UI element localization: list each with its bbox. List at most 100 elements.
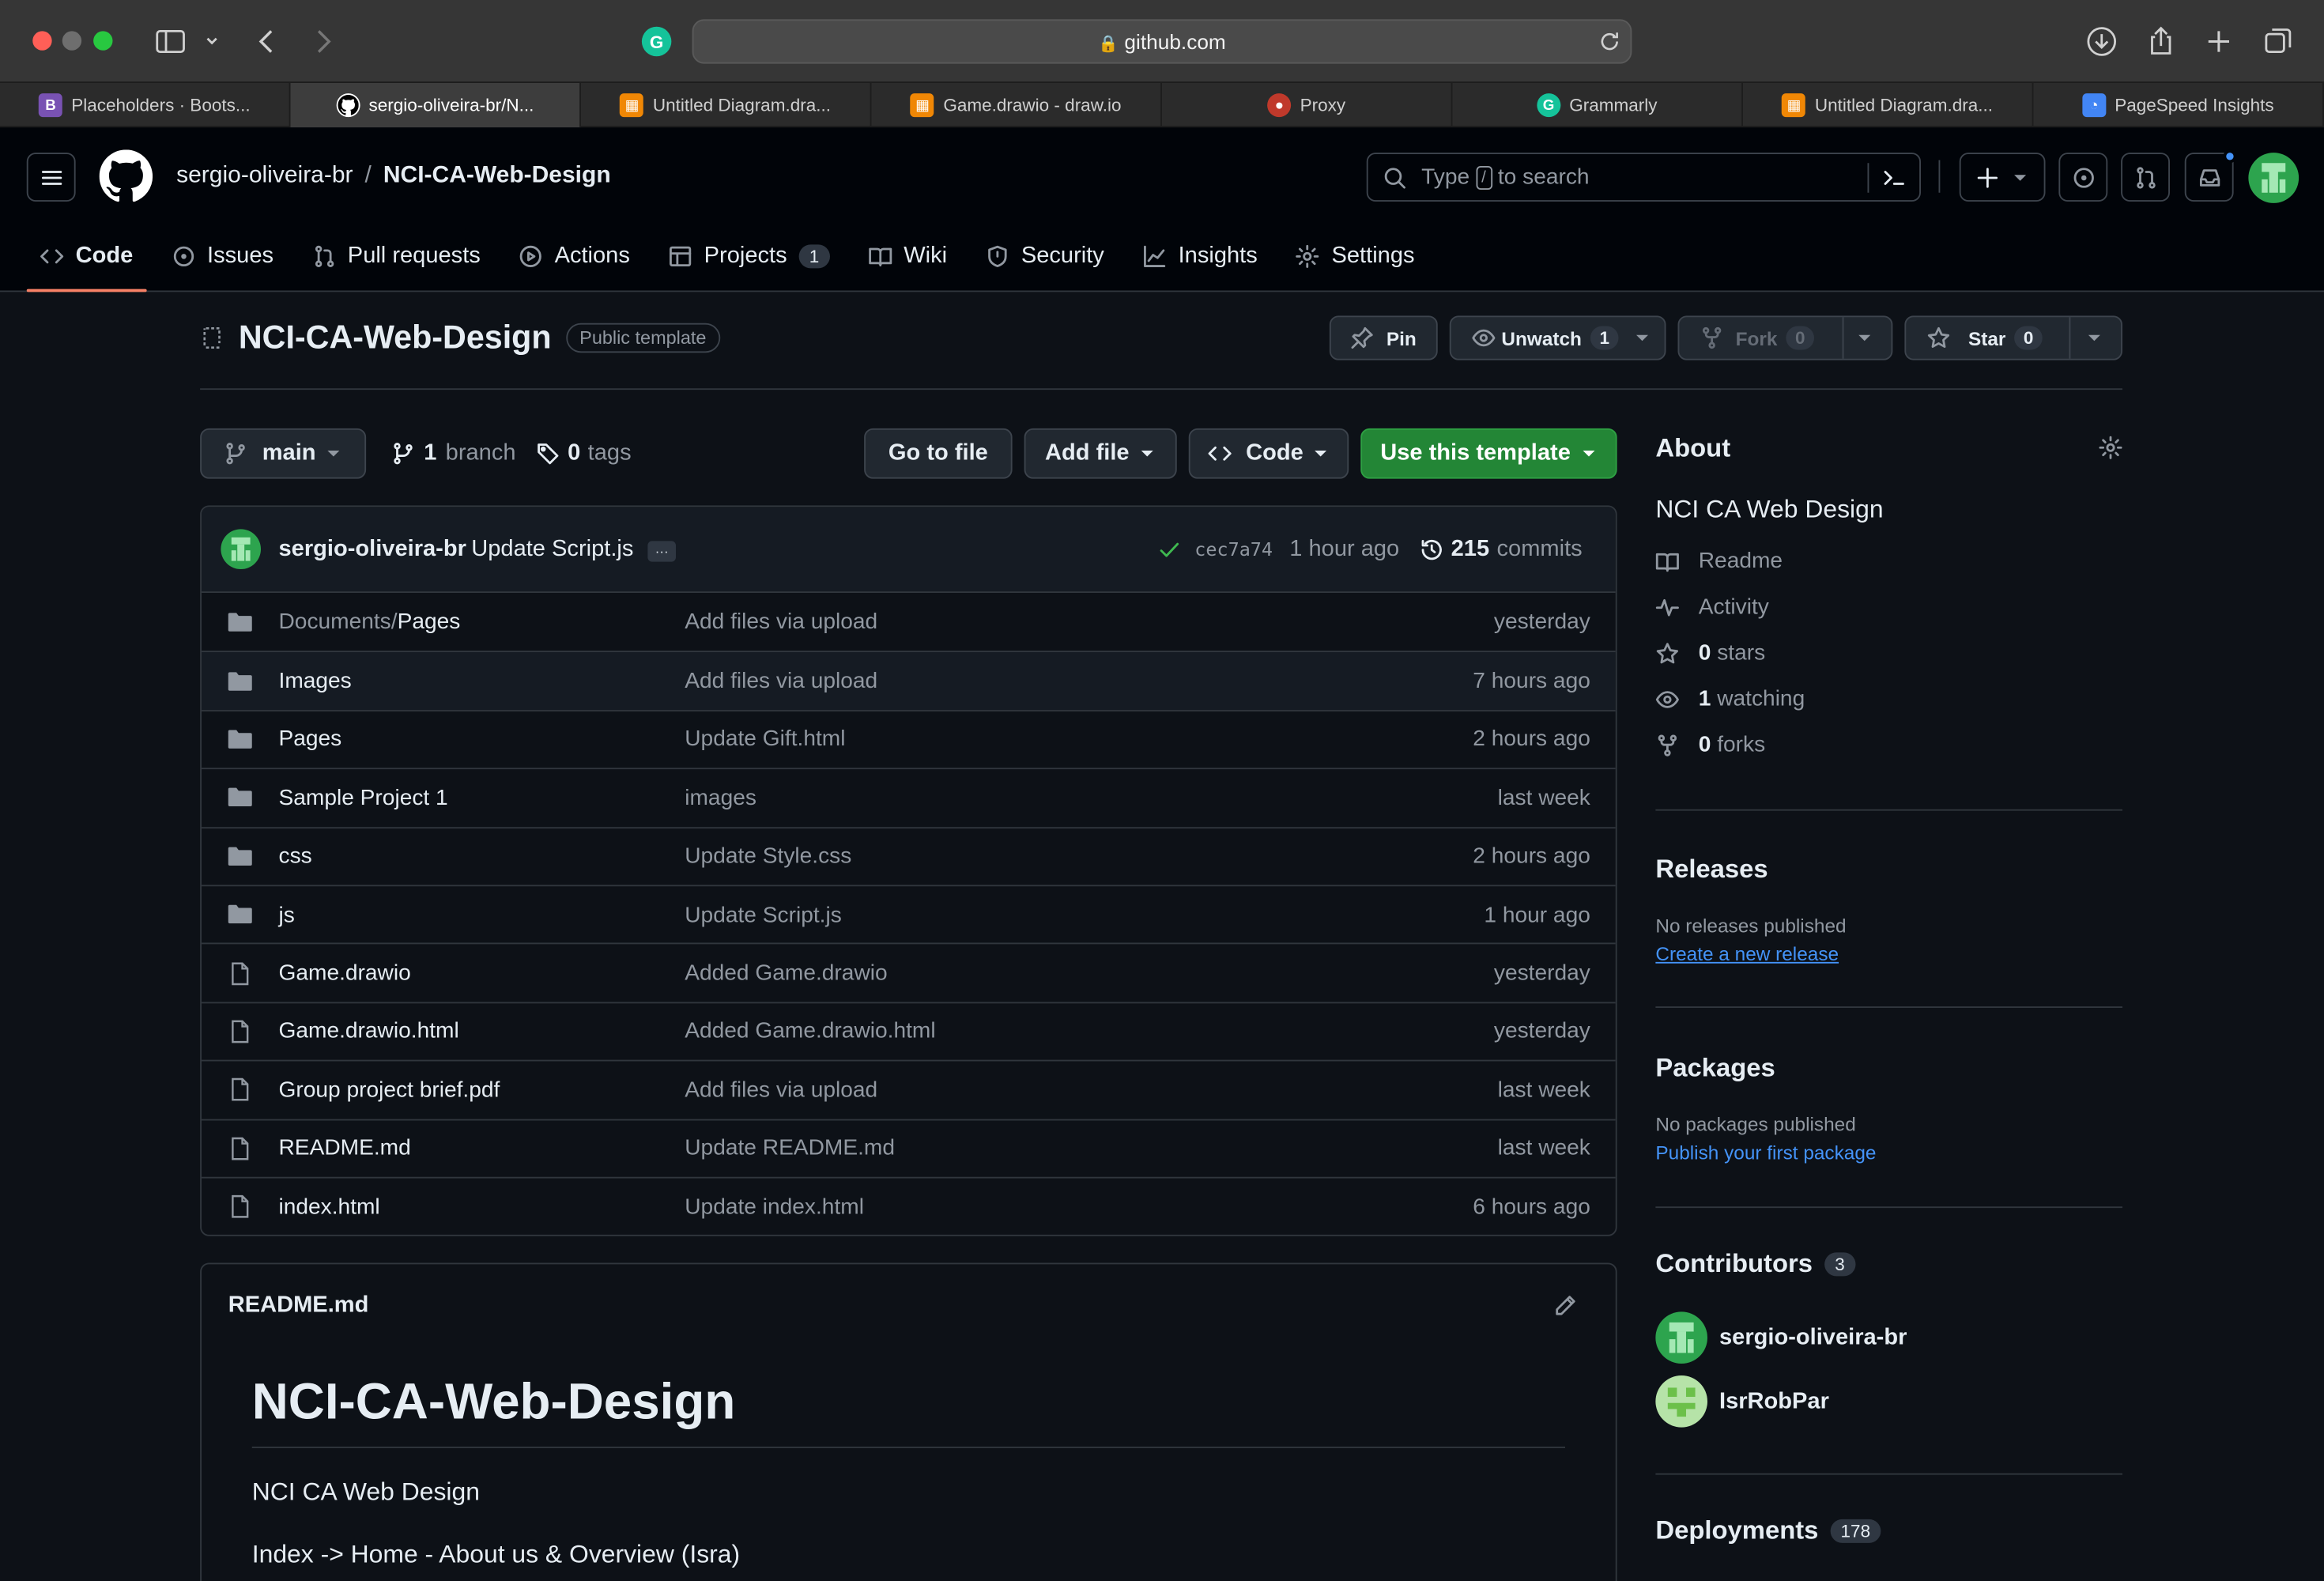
repo-link[interactable]: NCI-CA-Web-Design xyxy=(383,163,611,190)
tab-overview-icon[interactable] xyxy=(2260,24,2296,59)
file-commit-message[interactable]: Update index.html xyxy=(685,1194,864,1219)
tab-settings[interactable]: Settings xyxy=(1283,220,1428,292)
commit-hash[interactable]: cec7a74 xyxy=(1194,538,1273,560)
reload-icon[interactable] xyxy=(1598,30,1621,54)
file-commit-message[interactable]: Update Gift.html xyxy=(685,727,845,753)
commit-author-avatar[interactable] xyxy=(221,529,261,569)
file-name[interactable]: Game.drawio.html xyxy=(279,1019,459,1044)
file-name[interactable]: Sample Project 1 xyxy=(279,785,448,810)
downloads-icon[interactable] xyxy=(2084,24,2119,59)
file-commit-message[interactable]: Add files via upload xyxy=(685,669,877,694)
tags-link[interactable]: 0 tags xyxy=(537,440,632,467)
back-icon[interactable] xyxy=(249,24,285,59)
stars-link[interactable]: 0 stars xyxy=(1655,630,2122,676)
table-row[interactable]: Group project brief.pdf Add files via upl… xyxy=(202,1059,1616,1119)
pin-button[interactable]: Pin xyxy=(1329,315,1438,360)
browser-tab-active[interactable]: sergio-oliveira-br/N... xyxy=(290,83,581,128)
file-name[interactable]: css xyxy=(279,843,312,869)
file-name[interactable]: Game.drawio xyxy=(279,960,411,986)
tab-pull-requests[interactable]: Pull requests xyxy=(299,220,494,292)
add-file-button[interactable]: Add file xyxy=(1024,428,1177,479)
issues-icon[interactable] xyxy=(2058,153,2108,202)
create-release-link[interactable]: Create a new release xyxy=(1655,943,2122,965)
table-row[interactable]: Game.drawio.html Added Game.drawio.html ye… xyxy=(202,1002,1616,1060)
table-row[interactable]: README.md Update README.md last week xyxy=(202,1118,1616,1177)
browser-tab[interactable]: ▦ Untitled Diagram.dra... xyxy=(581,83,872,128)
tab-security[interactable]: Security xyxy=(972,220,1118,292)
file-name[interactable]: js xyxy=(279,902,295,927)
table-row[interactable]: Game.drawio Added Game.drawio yesterday xyxy=(202,943,1616,1002)
github-logo-icon[interactable] xyxy=(99,149,153,203)
file-name[interactable]: index.html xyxy=(279,1194,380,1219)
tab-insights[interactable]: Insights xyxy=(1130,220,1271,292)
commit-expand-button[interactable]: ··· xyxy=(647,541,676,562)
code-button[interactable]: Code xyxy=(1188,428,1349,479)
maximize-window-button[interactable] xyxy=(93,31,113,51)
user-avatar[interactable] xyxy=(2248,153,2299,203)
go-to-file-button[interactable]: Go to file xyxy=(864,428,1013,479)
tab-code[interactable]: Code xyxy=(26,220,146,292)
deployments-heading[interactable]: Deployments xyxy=(1655,1515,1818,1545)
new-tab-icon[interactable] xyxy=(2201,24,2236,59)
use-this-template-button[interactable]: Use this template xyxy=(1360,428,1617,479)
publish-package-link[interactable]: Publish your first package xyxy=(1655,1141,2122,1164)
command-palette-icon[interactable] xyxy=(1882,166,1906,190)
branch-selector[interactable]: main xyxy=(200,428,367,479)
pencil-icon[interactable] xyxy=(1553,1294,1577,1318)
create-new-button[interactable] xyxy=(1959,153,2046,202)
branches-link[interactable]: 1 branch xyxy=(391,440,516,467)
browser-tab[interactable]: ▦ Game.drawio - draw.io xyxy=(872,83,1162,128)
file-name[interactable]: README.md xyxy=(279,1136,411,1161)
file-name[interactable]: Images xyxy=(279,669,352,694)
packages-heading[interactable]: Packages xyxy=(1655,1052,2122,1083)
pull-requests-icon[interactable] xyxy=(2121,153,2170,202)
file-commit-message[interactable]: Update README.md xyxy=(685,1136,895,1161)
grammarly-extension-icon[interactable]: G xyxy=(639,24,674,59)
releases-heading[interactable]: Releases xyxy=(1655,854,2122,885)
forward-icon[interactable] xyxy=(305,24,341,59)
commit-message[interactable]: Update Script.js xyxy=(471,536,633,563)
browser-tab[interactable]: ◔ PageSpeed Insights xyxy=(2034,83,2324,128)
gear-icon[interactable] xyxy=(2099,436,2122,459)
commit-author[interactable]: sergio-oliveira-br xyxy=(279,536,466,563)
file-commit-message[interactable]: Added Game.drawio xyxy=(685,960,887,986)
readme-link[interactable]: Readme xyxy=(1655,538,2122,584)
hamburger-menu-icon[interactable] xyxy=(26,153,76,202)
file-name[interactable]: Group project brief.pdf xyxy=(279,1077,500,1103)
contributor-item[interactable]: sergio-oliveira-br xyxy=(1655,1311,2122,1364)
close-window-button[interactable] xyxy=(32,31,52,51)
unwatch-button[interactable]: Unwatch 1 xyxy=(1449,315,1666,360)
star-button[interactable]: Star 0 xyxy=(1904,315,2122,360)
browser-tab[interactable]: ● Proxy xyxy=(1162,83,1453,128)
file-commit-message[interactable]: images xyxy=(685,785,756,810)
address-bar[interactable]: 🔒 github.com xyxy=(692,19,1632,64)
minimize-window-button[interactable] xyxy=(62,31,82,51)
sidebar-toggle-icon[interactable] xyxy=(153,24,188,59)
tab-projects[interactable]: Projects 1 xyxy=(655,220,843,292)
file-commit-message[interactable]: Update Script.js xyxy=(685,902,842,927)
forks-link[interactable]: 0 forks xyxy=(1655,722,2122,768)
file-commit-message[interactable]: Added Game.drawio.html xyxy=(685,1019,935,1044)
browser-tab[interactable]: ▦ Untitled Diagram.dra... xyxy=(1743,83,2034,128)
chevron-down-icon[interactable] xyxy=(198,24,225,59)
repo-name[interactable]: NCI-CA-Web-Design xyxy=(239,319,552,357)
tab-issues[interactable]: Issues xyxy=(158,220,287,292)
table-row[interactable]: Documents/Pages Add files via upload yeste… xyxy=(202,593,1616,651)
browser-tab[interactable]: B Placeholders · Boots... xyxy=(0,83,291,128)
inbox-icon[interactable] xyxy=(2184,149,2237,202)
owner-link[interactable]: sergio-oliveira-br xyxy=(176,163,353,190)
watching-link[interactable]: 1 watching xyxy=(1655,676,2122,722)
table-row[interactable]: index.html Update index.html 6 hours ago xyxy=(202,1176,1616,1235)
file-name[interactable]: Pages xyxy=(279,727,342,753)
table-row[interactable]: Images Add files via upload 7 hours ago xyxy=(202,651,1616,710)
activity-link[interactable]: Activity xyxy=(1655,584,2122,630)
file-name[interactable]: Documents/Pages xyxy=(279,609,461,635)
share-icon[interactable] xyxy=(2143,24,2179,59)
table-row[interactable]: Pages Update Gift.html 2 hours ago xyxy=(202,709,1616,768)
tab-wiki[interactable]: Wiki xyxy=(855,220,960,292)
table-row[interactable]: css Update Style.css 2 hours ago xyxy=(202,826,1616,885)
table-row[interactable]: Sample Project 1 images last week xyxy=(202,768,1616,827)
tab-actions[interactable]: Actions xyxy=(506,220,643,292)
commits-history-link[interactable]: 215 commits xyxy=(1420,536,1583,563)
file-commit-message[interactable]: Add files via upload xyxy=(685,609,877,635)
